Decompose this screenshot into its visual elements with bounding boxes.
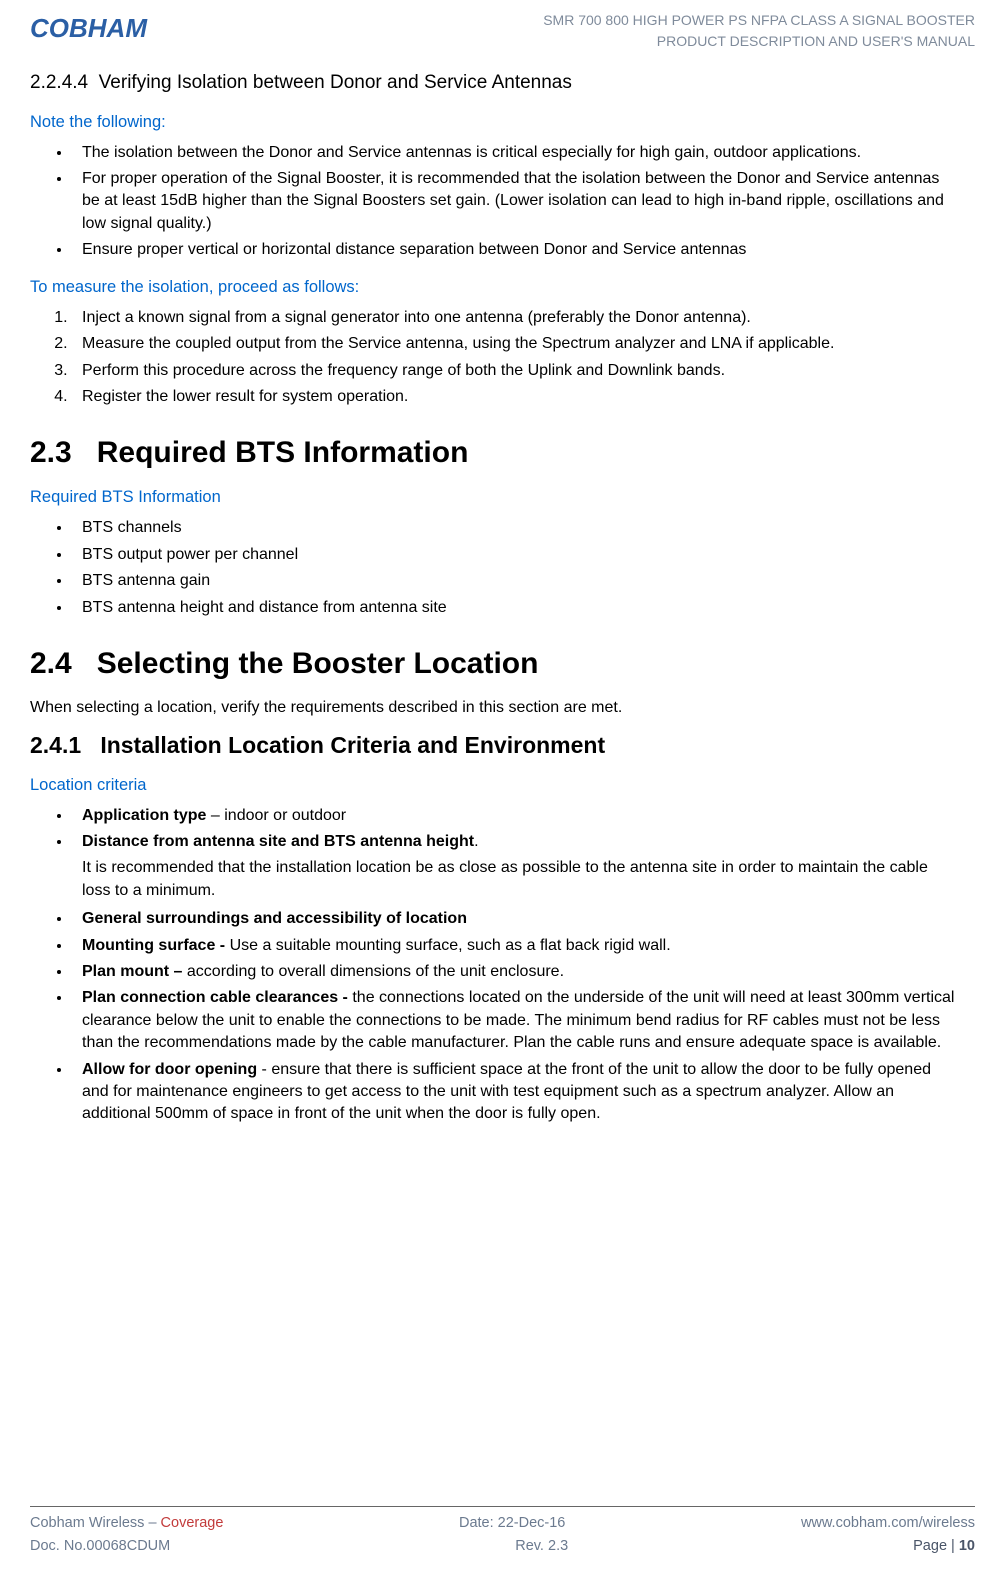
location-criteria: Location criteria [30,774,975,797]
list-item-followup: It is recommended that the installation … [82,857,955,902]
required-bts-info: Required BTS Information [30,486,975,509]
footer-url: www.cobham.com/wireless [801,1513,975,1533]
list-item: Register the lower result for system ope… [72,386,975,408]
footer-company: Cobham Wireless – Coverage [30,1513,223,1533]
heading-2-2-4-4: 2.2.4.4 Verifying Isolation between Dono… [30,70,975,97]
header-line1: SMR 700 800 HIGH POWER PS NFPA CLASS A S… [543,10,975,31]
selecting-intro: When selecting a location, verify the re… [30,697,975,719]
list-item: Application type – indoor or outdoor [72,805,975,827]
heading-2-3: 2.3 Required BTS Information [30,432,975,474]
list-item: General surroundings and accessibility o… [72,908,975,930]
location-criteria-list: Application type – indoor or outdoor Dis… [72,805,975,1126]
heading-2-4: 2.4 Selecting the Booster Location [30,643,975,685]
measure-steps: Inject a known signal from a signal gene… [72,307,975,409]
list-item: The isolation between the Donor and Serv… [72,142,975,164]
list-item: Plan mount – according to overall dimens… [72,961,975,983]
bts-info-list: BTS channels BTS output power per channe… [72,517,975,619]
list-item: Mounting surface - Use a suitable mounti… [72,935,975,957]
logo: COBHAM [30,10,147,46]
list-item: Inject a known signal from a signal gene… [72,307,975,329]
footer-page: Page | 10 [913,1536,975,1556]
list-item: BTS antenna height and distance from ant… [72,597,975,619]
list-item: Allow for door opening - ensure that the… [72,1059,975,1126]
list-item: For proper operation of the Signal Boost… [72,168,975,235]
list-item: Distance from antenna site and BTS anten… [72,831,975,902]
footer-doc: Doc. No.00068CDUM [30,1536,170,1556]
heading-2-4-1: 2.4.1 Installation Location Criteria and… [30,729,975,761]
list-item: Perform this procedure across the freque… [72,360,975,382]
page-footer: Cobham Wireless – Coverage Date: 22-Dec-… [30,1506,975,1558]
header-line2: PRODUCT DESCRIPTION AND USER'S MANUAL [543,31,975,52]
list-item: Ensure proper vertical or horizontal dis… [72,239,975,261]
list-item: Measure the coupled output from the Serv… [72,333,975,355]
note-the-following: Note the following: [30,111,975,134]
header-doc-title: SMR 700 800 HIGH POWER PS NFPA CLASS A S… [543,10,975,52]
list-item: BTS output power per channel [72,544,975,566]
measure-heading: To measure the isolation, proceed as fol… [30,276,975,299]
list-item: BTS antenna gain [72,570,975,592]
notes-list: The isolation between the Donor and Serv… [72,142,975,262]
footer-date: Date: 22-Dec-16 [459,1513,565,1533]
list-item: BTS channels [72,517,975,539]
list-item: Plan connection cable clearances - the c… [72,987,975,1054]
page-header: COBHAM SMR 700 800 HIGH POWER PS NFPA CL… [30,10,975,52]
footer-rev: Rev. 2.3 [515,1536,568,1556]
